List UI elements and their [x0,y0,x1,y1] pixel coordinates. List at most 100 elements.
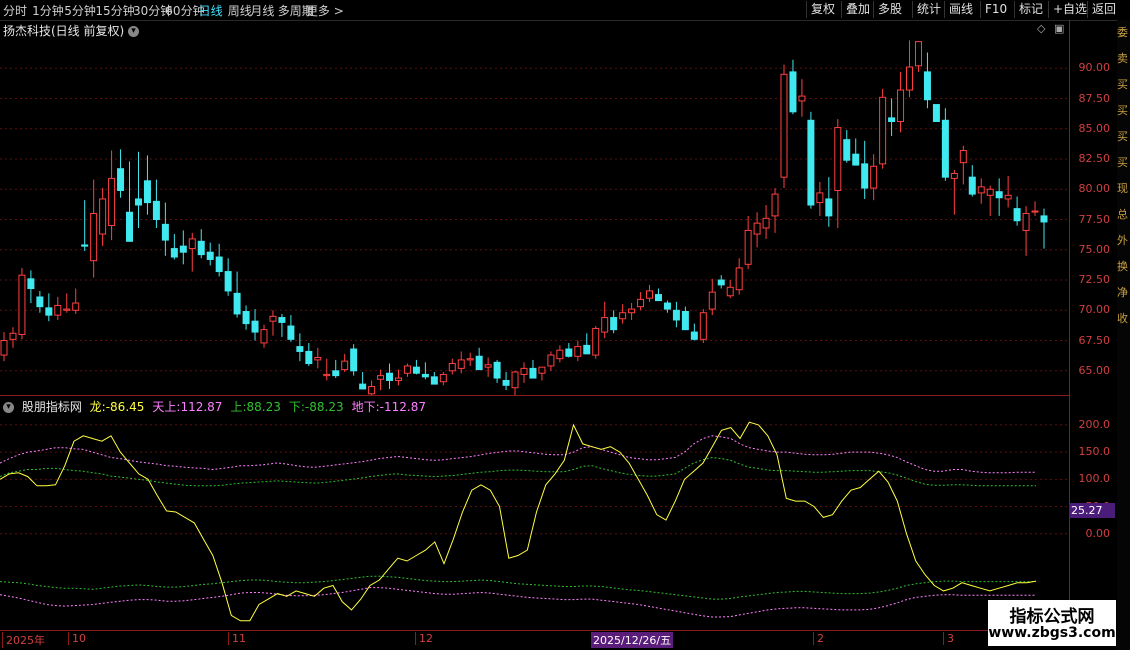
candle-body [646,290,654,299]
indicator-item-value: -86.45 [105,400,145,414]
candle-body [134,198,142,206]
side-glyph: 买 [1117,156,1128,169]
price-axis-label: 82.50 [1078,152,1111,166]
toolbar-button-7[interactable]: 标记 [1014,1,1047,18]
side-glyph: 委 [1117,26,1128,39]
candle-body [914,41,922,67]
toolbar-button-4[interactable]: 统计 [912,1,945,18]
candle-body [466,358,474,361]
date-cursor-label: 2025/12/26/五 [591,632,674,648]
toolbar-button-5[interactable]: 画线 [944,1,977,18]
candle-body [9,332,17,340]
diamond-icon[interactable]: ◇ [1037,22,1045,35]
maximize-icon[interactable]: ▣ [1054,22,1064,35]
date-label: 3 [943,632,954,645]
price-axis-label: 75.00 [1078,242,1111,256]
candle-body [834,127,842,191]
osc-axis-label: 100.0 [1078,472,1111,486]
period-8[interactable]: 周线 [228,2,252,19]
indicator-item-label: 龙: [89,400,106,414]
price-axis-label: 90.00 [1078,61,1111,75]
candle-body [816,192,824,204]
period-4[interactable]: 15分钟 [95,2,134,19]
series-line-tianshang [0,435,1036,474]
candle-body [637,298,645,308]
candle-body [654,294,662,302]
candle-body [601,317,609,333]
candle-body [99,198,107,235]
toolbar-button-9[interactable]: 返回 [1087,1,1120,18]
toolbar-button-2[interactable]: 叠加 [841,1,874,18]
candle-body [224,271,232,292]
candle-body [950,173,958,179]
side-glyph: 买 [1117,78,1128,91]
candle-body [242,310,250,325]
candle-body [843,139,851,161]
side-panel-strip[interactable]: 委卖买买买买现总外换净收 [1117,20,1130,650]
price-axis-label: 85.00 [1078,121,1111,135]
indicator-item-4: 下:-88.23 [289,400,348,414]
candle-body [1031,210,1039,213]
candle-body [807,119,815,206]
toolbar-button-1[interactable]: 复权 [806,1,839,18]
date-label: 12 [415,632,433,645]
osc-axis-label: 200.0 [1078,417,1111,431]
date-label: 10 [68,632,86,645]
candle-body [861,163,869,189]
toolbar-button-8[interactable]: +自选 [1048,1,1091,18]
price-axis-label: 67.50 [1078,333,1111,347]
candlestick-chart[interactable] [0,38,1068,395]
candle-body [717,279,725,286]
candle-body [269,315,277,322]
candle-body [995,191,1003,199]
side-glyph: 买 [1117,130,1128,143]
series-line-shang [0,456,1036,487]
candle-body [699,312,707,340]
candle-body [350,348,358,372]
candle-body [1040,215,1048,223]
price-axis-label: 80.00 [1078,182,1111,196]
candle-body [538,366,546,374]
period-7[interactable]: 日线 [199,2,223,19]
osc-axis-label: 150.0 [1078,445,1111,459]
candle-body [681,310,689,331]
period-11[interactable]: 更多 > [306,2,344,19]
indicator-item-label: 下: [288,400,305,414]
period-9[interactable]: 月线 [250,2,274,19]
candle-body [323,373,331,377]
price-axis-label: 70.00 [1078,303,1111,317]
candle-body [54,304,62,316]
osc-axis-label: 0.00 [1085,526,1111,540]
candle-body [583,344,591,355]
candle-body [977,186,985,194]
candle-body [1022,212,1030,231]
candle-body [556,349,564,360]
candle-body [233,292,241,315]
candle-body [520,367,528,375]
oscillator-chart[interactable] [0,414,1068,629]
candle-body [879,96,887,165]
candle-body [448,363,456,372]
candle-body [36,296,44,308]
candle-body [825,198,833,217]
date-label: 11 [228,632,246,645]
candle-body [305,350,313,365]
toolbar-button-3[interactable]: 多股 [873,1,906,18]
period-1[interactable]: 分时 [3,2,27,19]
candle-body [27,278,35,290]
candle-body [897,89,905,123]
period-2[interactable]: 1分钟 [32,2,64,19]
chevron-down-icon[interactable]: ▾ [128,26,140,37]
candle-body [610,317,618,331]
candle-body [179,245,187,253]
chevron-down-icon[interactable]: ▾ [3,402,14,413]
indicator-item-5: 地下:-112.87 [352,400,430,414]
candle-body [377,375,385,380]
watermark-url: www.zbgs3.com [988,625,1116,641]
toolbar-button-6[interactable]: F10 [980,1,1011,18]
candle-body [475,355,483,371]
candle-body [0,340,8,356]
period-3[interactable]: 5分钟 [64,2,96,19]
indicator-header: ▾ 股朋指标网 龙:-86.45 天上:112.87 上:88.23 下:-88.23… [3,398,434,415]
stock-title-row: 扬杰科技(日线 前复权) ▾ [3,22,140,39]
